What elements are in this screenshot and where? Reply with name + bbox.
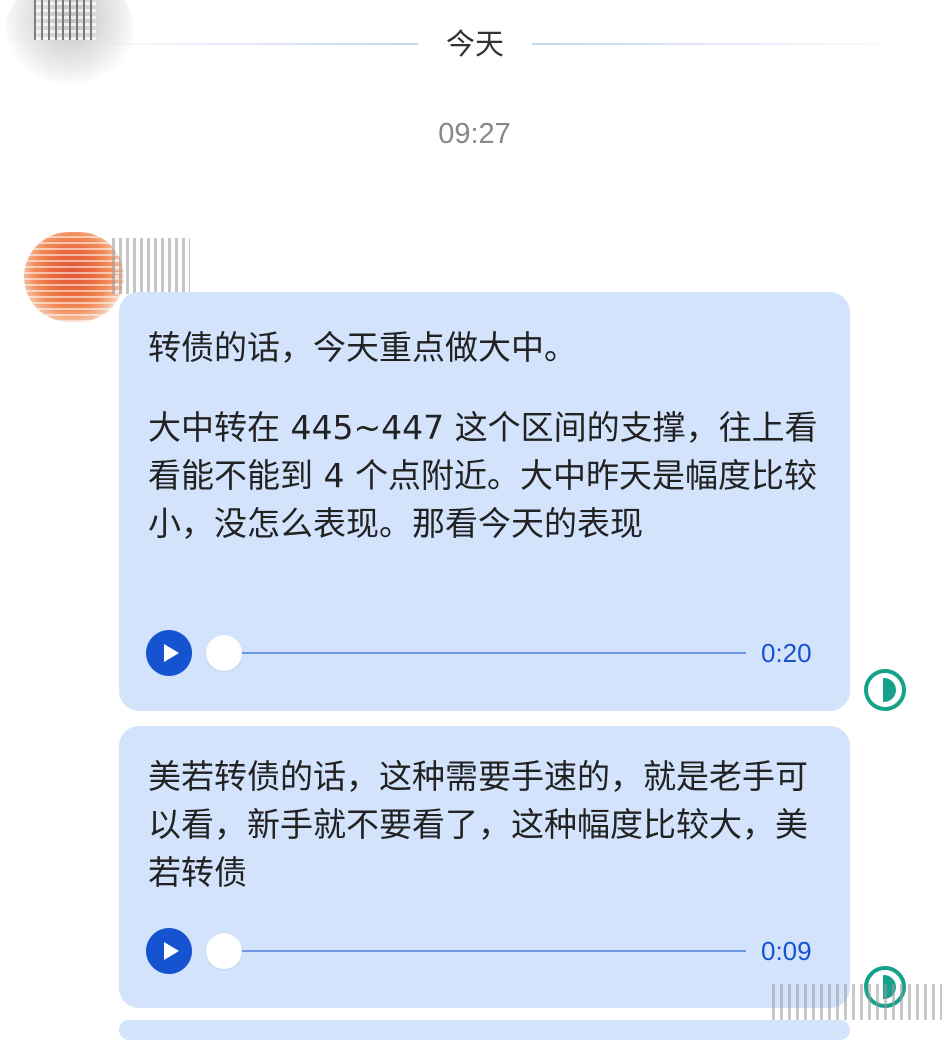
audio-scrubber-handle[interactable]: [206, 635, 242, 671]
play-icon[interactable]: [146, 928, 192, 974]
audio-scrubber-handle[interactable]: [206, 933, 242, 969]
divider-line-right: [532, 43, 912, 45]
message-text: 转债的话，今天重点做大中。: [148, 328, 577, 367]
audio-progress-track[interactable]: [226, 652, 746, 654]
audio-progress-track[interactable]: [226, 950, 746, 952]
audio-player: 0:09: [146, 925, 826, 975]
message-bubble[interactable]: 转债的话，今天重点做大中。 大中转在 445~447 这个区间的支撑，往上看看能…: [119, 292, 850, 711]
play-icon[interactable]: [146, 630, 192, 676]
message-timestamp: 09:27: [438, 118, 511, 150]
message-text: 大中转在 445~447 这个区间的支撑，往上看看能不能到 4 个点附近。大中昨…: [148, 408, 818, 543]
date-divider: 今天: [0, 22, 949, 66]
audio-player: 0:20: [146, 627, 826, 677]
message-bubble[interactable]: 美若转债的话，这种需要手速的，就是老手可以看，新手就不要看了，这种幅度比较大，美…: [119, 726, 850, 1008]
audio-duration: 0:09: [761, 936, 812, 966]
watermark: [772, 984, 942, 1020]
date-label: 今天: [445, 27, 504, 61]
audio-duration: 0:20: [761, 638, 812, 668]
message-text: 美若转债的话，这种需要手速的，就是老手可以看，新手就不要看了，这种幅度比较大，美…: [148, 757, 808, 892]
read-receipt-icon: [864, 669, 906, 711]
message-bubble-partial[interactable]: [119, 1020, 850, 1040]
sender-avatar[interactable]: [24, 232, 124, 322]
sender-name-blurred: [112, 238, 190, 294]
divider-line-left: [70, 43, 418, 45]
